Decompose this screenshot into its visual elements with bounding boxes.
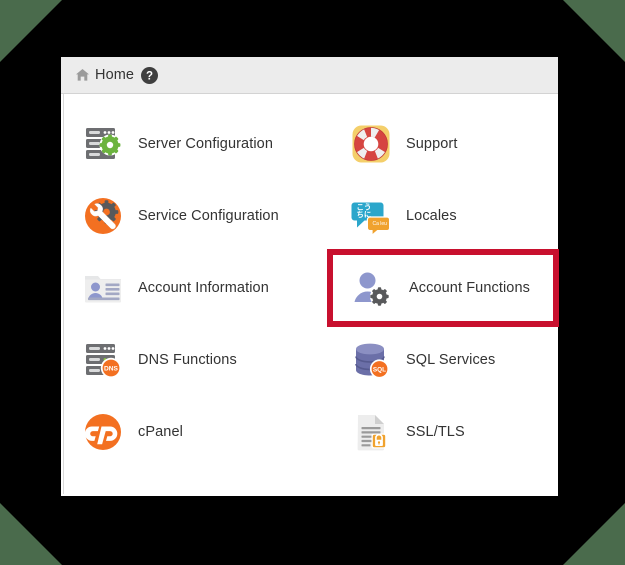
database-sql-icon: SQL xyxy=(349,338,393,382)
svg-text:DNS: DNS xyxy=(104,366,119,373)
home-icon xyxy=(75,68,90,82)
wrench-gear-circle-icon xyxy=(81,194,125,238)
home-tile-ssl-tls[interactable]: SSL/TLS xyxy=(332,396,558,468)
home-tile-label: SQL Services xyxy=(406,352,496,368)
home-tile-label: Account Functions xyxy=(409,280,530,296)
person-gear-icon xyxy=(349,266,393,310)
home-tile-account-functions[interactable]: Account Functions xyxy=(327,249,559,327)
home-tile-label: Support xyxy=(406,136,458,152)
home-tile-label: Server Configuration xyxy=(138,136,273,152)
breadcrumb-home-label[interactable]: Home xyxy=(95,67,134,83)
home-tile-label: Service Configuration xyxy=(138,208,279,224)
home-tile-grid: Server Configuration Support Service Con… xyxy=(63,94,559,494)
id-card-person-icon xyxy=(81,266,125,310)
home-tile-label: DNS Functions xyxy=(138,352,237,368)
home-tile-label: cPanel xyxy=(138,424,183,440)
home-tile-sql-services[interactable]: SQL SQL Services xyxy=(332,324,558,396)
server-rack-dns-icon: DNS xyxy=(81,338,125,382)
home-tile-support[interactable]: Support xyxy=(332,108,558,180)
svg-text:?: ? xyxy=(146,70,153,82)
home-tile-service-configuration[interactable]: Service Configuration xyxy=(64,180,332,252)
cpanel-logo-icon xyxy=(81,410,125,454)
home-tile-dns-functions[interactable]: DNS DNS Functions xyxy=(64,324,332,396)
home-tile-server-configuration[interactable]: Server Configuration xyxy=(64,108,332,180)
breadcrumb: Home ? xyxy=(61,57,558,94)
home-tile-account-information[interactable]: Account Information xyxy=(64,252,332,324)
home-tile-label: Locales xyxy=(406,208,457,224)
speech-bubbles-icon: こう ちに Ca leu xyxy=(349,194,393,238)
svg-text:SQL: SQL xyxy=(373,367,386,374)
server-rack-gear-icon xyxy=(81,122,125,166)
document-lock-icon xyxy=(349,410,393,454)
home-tile-label: Account Information xyxy=(138,280,269,296)
svg-text:Ca leu: Ca leu xyxy=(373,221,388,227)
life-ring-icon xyxy=(349,122,393,166)
help-circle-icon[interactable]: ? xyxy=(141,66,159,84)
home-tile-locales[interactable]: こう ちに Ca leu Locales xyxy=(332,180,558,252)
home-tile-label: SSL/TLS xyxy=(406,424,465,440)
whm-home-panel: Home ? Server Configuration Support Serv… xyxy=(61,57,559,496)
home-tile-cpanel[interactable]: cPanel xyxy=(64,396,332,468)
